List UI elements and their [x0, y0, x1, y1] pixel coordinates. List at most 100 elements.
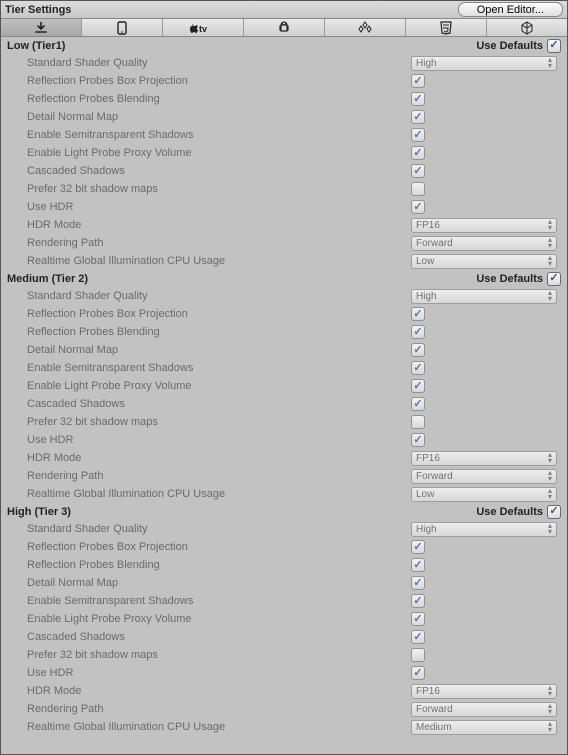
- panel-title: Tier Settings: [5, 4, 71, 16]
- setting-row: Enable Semitransparent Shadows: [1, 126, 567, 144]
- setting-checkbox[interactable]: [411, 612, 425, 626]
- use-defaults-label: Use Defaults: [476, 506, 543, 518]
- setting-label: Detail Normal Map: [27, 577, 411, 589]
- chevron-updown-icon: ▴▾: [548, 255, 552, 266]
- setting-row: Realtime Global Illumination CPU UsageMe…: [1, 718, 567, 736]
- setting-checkbox[interactable]: [411, 128, 425, 142]
- setting-checkbox[interactable]: [411, 379, 425, 393]
- platform-tab[interactable]: [244, 19, 325, 36]
- chevron-updown-icon: ▴▾: [548, 488, 552, 499]
- setting-row: Detail Normal Map: [1, 341, 567, 359]
- setting-row: Use HDR: [1, 198, 567, 216]
- tier-title: Medium (Tier 2): [7, 273, 88, 285]
- setting-checkbox[interactable]: [411, 200, 425, 214]
- setting-dropdown[interactable]: Forward▴▾: [411, 236, 557, 251]
- setting-checkbox[interactable]: [411, 415, 425, 429]
- setting-label: Realtime Global Illumination CPU Usage: [27, 721, 411, 733]
- chevron-updown-icon: ▴▾: [548, 219, 552, 230]
- setting-checkbox[interactable]: [411, 74, 425, 88]
- setting-row: Standard Shader QualityHigh▴▾: [1, 287, 567, 305]
- setting-dropdown[interactable]: FP16▴▾: [411, 684, 557, 699]
- setting-label: Prefer 32 bit shadow maps: [27, 649, 411, 661]
- android-icon: [278, 21, 290, 35]
- setting-checkbox[interactable]: [411, 433, 425, 447]
- setting-checkbox[interactable]: [411, 164, 425, 178]
- setting-dropdown[interactable]: Low▴▾: [411, 487, 557, 502]
- setting-checkbox[interactable]: [411, 594, 425, 608]
- platform-tab[interactable]: [487, 19, 567, 36]
- setting-row: Reflection Probes Box Projection: [1, 538, 567, 556]
- setting-checkbox[interactable]: [411, 343, 425, 357]
- setting-row: Use HDR: [1, 664, 567, 682]
- chevron-updown-icon: ▴▾: [548, 523, 552, 534]
- setting-dropdown[interactable]: Forward▴▾: [411, 469, 557, 484]
- download-icon: [34, 22, 48, 34]
- setting-checkbox[interactable]: [411, 146, 425, 160]
- setting-checkbox[interactable]: [411, 361, 425, 375]
- platform-tab[interactable]: [406, 19, 487, 36]
- setting-label: Enable Light Probe Proxy Volume: [27, 147, 411, 159]
- platform-tab[interactable]: [325, 19, 406, 36]
- setting-checkbox[interactable]: [411, 630, 425, 644]
- setting-checkbox[interactable]: [411, 307, 425, 321]
- setting-label: Rendering Path: [27, 470, 411, 482]
- setting-row: Standard Shader QualityHigh▴▾: [1, 520, 567, 538]
- setting-dropdown-value: High: [416, 291, 437, 302]
- setting-checkbox[interactable]: [411, 182, 425, 196]
- setting-dropdown-value: High: [416, 58, 437, 69]
- setting-row: Reflection Probes Box Projection: [1, 305, 567, 323]
- setting-row: Reflection Probes Blending: [1, 556, 567, 574]
- platform-tab[interactable]: [1, 19, 82, 36]
- appletv-icon: tv: [189, 22, 217, 34]
- setting-label: Reflection Probes Box Projection: [27, 541, 411, 553]
- setting-row: Reflection Probes Blending: [1, 90, 567, 108]
- use-defaults-checkbox[interactable]: [547, 505, 561, 519]
- setting-label: Reflection Probes Blending: [27, 93, 411, 105]
- chevron-updown-icon: ▴▾: [548, 57, 552, 68]
- setting-label: Use HDR: [27, 201, 411, 213]
- setting-checkbox[interactable]: [411, 397, 425, 411]
- setting-row: Cascaded Shadows: [1, 628, 567, 646]
- setting-checkbox[interactable]: [411, 92, 425, 106]
- setting-dropdown[interactable]: Medium▴▾: [411, 720, 557, 735]
- setting-label: Rendering Path: [27, 703, 411, 715]
- setting-dropdown-value: FP16: [416, 220, 440, 231]
- setting-label: Prefer 32 bit shadow maps: [27, 416, 411, 428]
- setting-dropdown-value: Forward: [416, 704, 453, 715]
- setting-label: Rendering Path: [27, 237, 411, 249]
- setting-row: HDR ModeFP16▴▾: [1, 682, 567, 700]
- setting-row: Reflection Probes Blending: [1, 323, 567, 341]
- setting-dropdown[interactable]: FP16▴▾: [411, 451, 557, 466]
- open-editor-button[interactable]: Open Editor...: [458, 2, 563, 17]
- setting-row: Realtime Global Illumination CPU UsageLo…: [1, 252, 567, 270]
- setting-dropdown[interactable]: FP16 ▴▾: [411, 218, 557, 233]
- platform-tab[interactable]: tv: [163, 19, 244, 36]
- setting-dropdown[interactable]: Low ▴▾: [411, 254, 557, 269]
- platform-tab[interactable]: [82, 19, 163, 36]
- setting-label: HDR Mode: [27, 452, 411, 464]
- setting-checkbox[interactable]: [411, 325, 425, 339]
- setting-dropdown[interactable]: High ▴▾: [411, 56, 557, 71]
- setting-dropdown-value: Low: [416, 256, 434, 267]
- use-defaults-checkbox[interactable]: [547, 272, 561, 286]
- setting-dropdown[interactable]: High▴▾: [411, 289, 557, 304]
- setting-label: Enable Light Probe Proxy Volume: [27, 380, 411, 392]
- setting-checkbox[interactable]: [411, 666, 425, 680]
- tier-settings-header: Tier Settings Open Editor...: [1, 1, 567, 19]
- setting-row: Reflection Probes Box Projection: [1, 72, 567, 90]
- use-defaults-checkbox[interactable]: [547, 39, 561, 53]
- tier-header: Medium (Tier 2)Use Defaults: [1, 270, 567, 287]
- setting-label: Reflection Probes Blending: [27, 559, 411, 571]
- setting-checkbox[interactable]: [411, 558, 425, 572]
- setting-row: Enable Light Probe Proxy Volume: [1, 610, 567, 628]
- setting-label: Standard Shader Quality: [27, 57, 411, 69]
- setting-dropdown[interactable]: Forward▴▾: [411, 702, 557, 717]
- setting-label: Cascaded Shadows: [27, 165, 411, 177]
- tier-title: Low (Tier1): [7, 40, 65, 52]
- tier-header: High (Tier 3)Use Defaults: [1, 503, 567, 520]
- setting-checkbox[interactable]: [411, 540, 425, 554]
- setting-checkbox[interactable]: [411, 576, 425, 590]
- setting-checkbox[interactable]: [411, 110, 425, 124]
- setting-dropdown[interactable]: High▴▾: [411, 522, 557, 537]
- setting-checkbox[interactable]: [411, 648, 425, 662]
